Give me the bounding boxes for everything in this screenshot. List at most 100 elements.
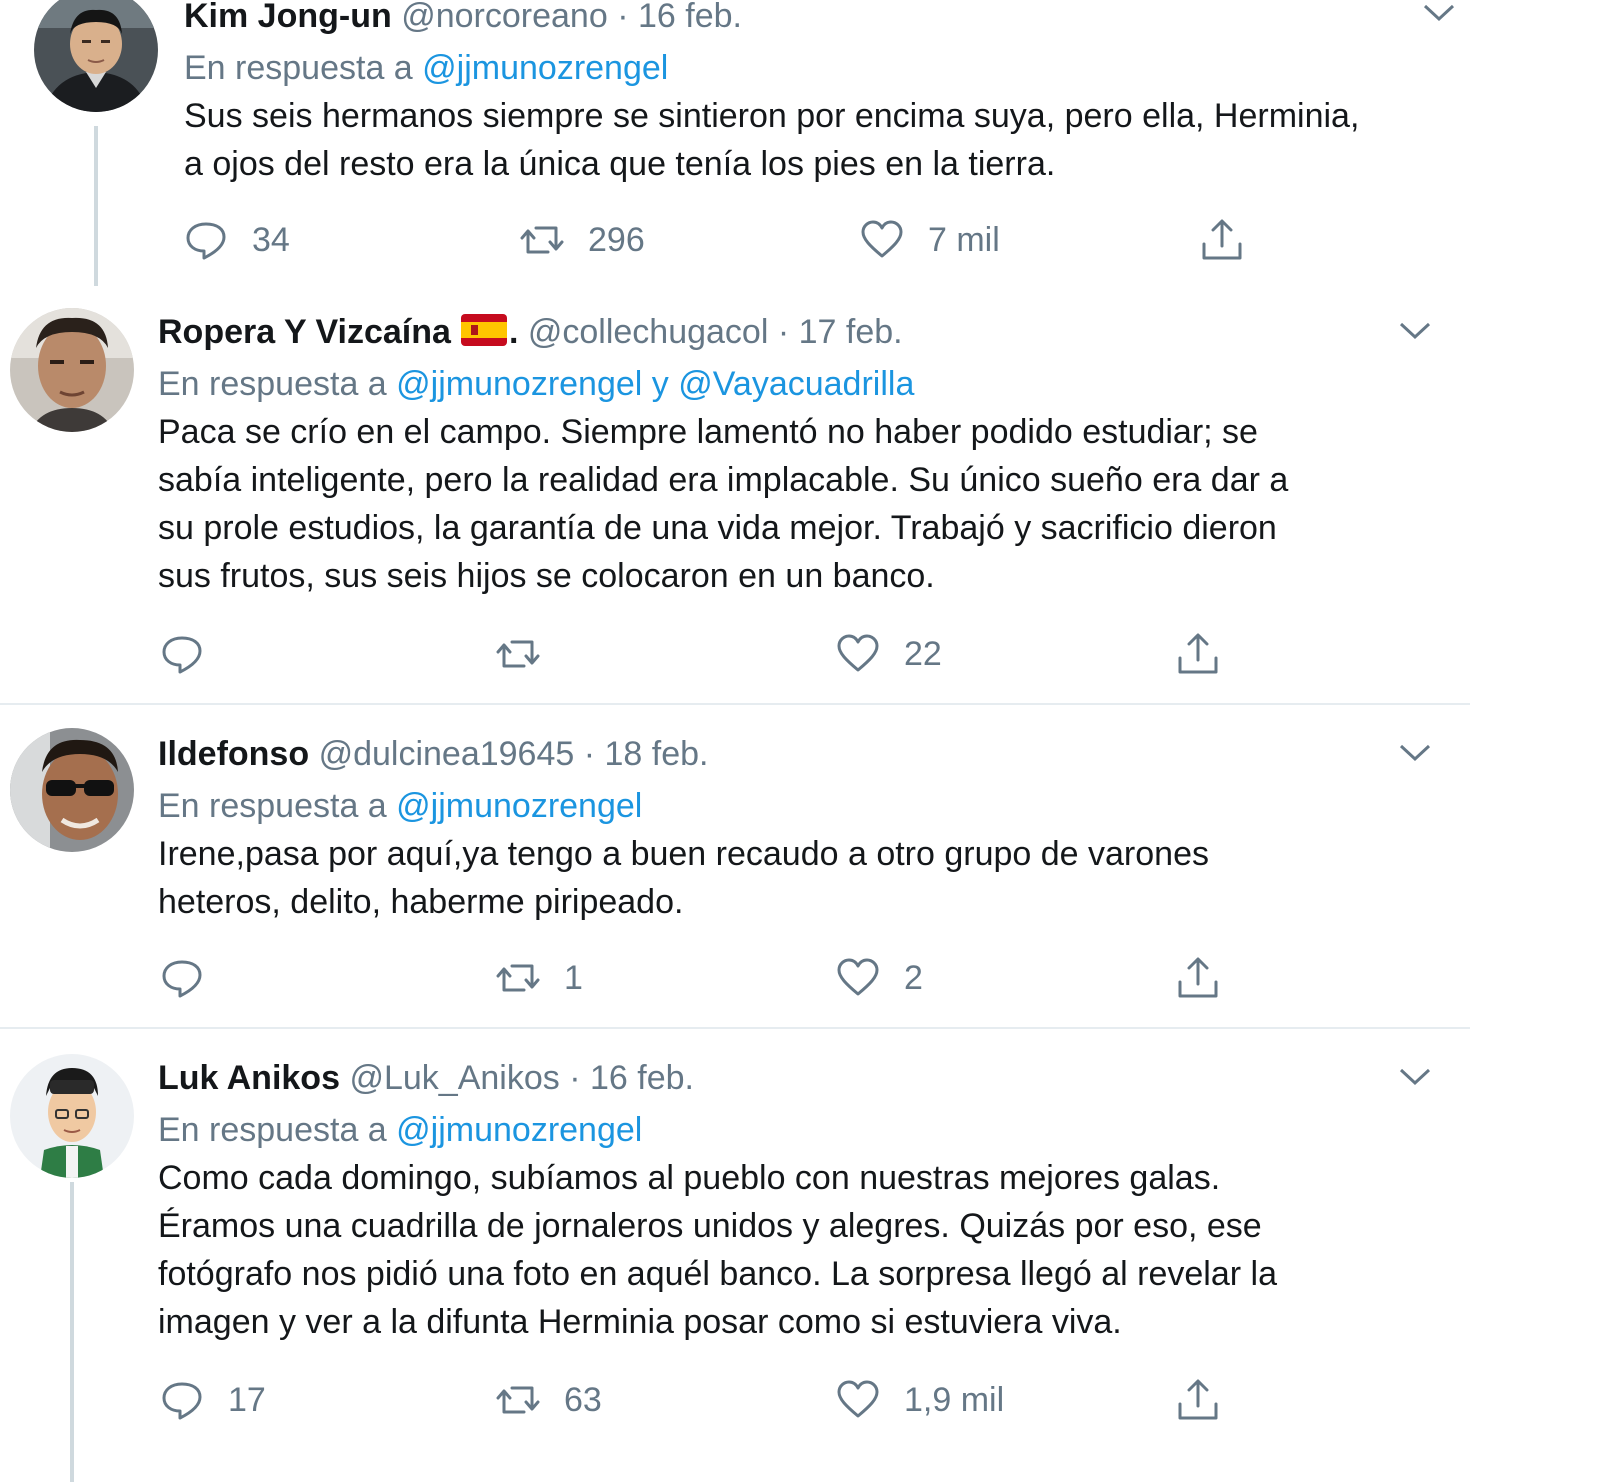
mention-link[interactable]: @jjmunozrengel bbox=[396, 365, 642, 403]
mention-link[interactable]: @jjmunozrengel bbox=[396, 1111, 642, 1149]
tweet-body: Kim Jong-un @norcoreano · 16 feb. En res… bbox=[184, 0, 1470, 188]
tweet-text: Sus seis hermanos siempre se sintieron p… bbox=[184, 97, 1360, 183]
tweet-divider bbox=[0, 703, 1470, 705]
heart-icon bbox=[861, 220, 903, 258]
spain-flag-emoji bbox=[460, 314, 507, 346]
avatar[interactable] bbox=[10, 728, 134, 852]
like-count: 2 bbox=[904, 958, 923, 997]
reply-icon bbox=[162, 636, 202, 674]
tweet[interactable]: Luk Anikos @Luk_Anikos · 16 feb. En resp… bbox=[0, 1030, 1510, 1482]
thread-line bbox=[70, 1182, 74, 1482]
reply-count: 34 bbox=[252, 220, 290, 259]
tweet-body: Luk Anikos @Luk_Anikos · 16 feb. En resp… bbox=[158, 1058, 1470, 1346]
tweet-date[interactable]: 18 feb. bbox=[605, 735, 709, 773]
share-button[interactable] bbox=[1176, 954, 1244, 1002]
share-icon bbox=[1202, 219, 1242, 260]
mention-link[interactable]: @Vayacuadrilla bbox=[678, 365, 914, 403]
retweet-icon bbox=[520, 226, 564, 254]
retweet-button[interactable]: 1 bbox=[496, 954, 583, 1002]
retweet-button[interactable] bbox=[496, 630, 564, 678]
separator-dot: · bbox=[617, 0, 629, 35]
reply-context: En respuesta a @jjmunozrengel bbox=[184, 48, 1470, 88]
user-handle[interactable]: @dulcinea19645 bbox=[319, 735, 575, 773]
reply-count: 17 bbox=[228, 1380, 266, 1419]
reply-context: En respuesta a @jjmunozrengel bbox=[158, 786, 1470, 826]
separator-dot: · bbox=[583, 735, 596, 773]
retweet-icon bbox=[496, 640, 540, 668]
tweet-text: Como cada domingo, subíamos al pueblo co… bbox=[158, 1159, 1277, 1341]
mention-link[interactable]: @jjmunozrengel bbox=[422, 49, 668, 87]
like-button[interactable]: 22 bbox=[836, 630, 942, 678]
retweet-count: 1 bbox=[564, 958, 583, 997]
reply-prefix: En respuesta a bbox=[158, 787, 387, 825]
tweet[interactable]: Kim Jong-un @norcoreano · 16 feb. En res… bbox=[0, 0, 1510, 300]
share-icon bbox=[1178, 957, 1218, 998]
chevron-down-icon[interactable] bbox=[1398, 742, 1432, 764]
tweet-header: Ildefonso @dulcinea19645 · 18 feb. bbox=[158, 734, 1470, 774]
reply-button[interactable] bbox=[160, 630, 228, 678]
reply-prefix: En respuesta a bbox=[184, 49, 413, 87]
display-name[interactable]: Ropera Y Vizcaína bbox=[158, 313, 451, 351]
reply-button[interactable] bbox=[160, 954, 228, 1002]
share-icon bbox=[1178, 633, 1218, 674]
tweet-header: Luk Anikos @Luk_Anikos · 16 feb. bbox=[158, 1058, 1470, 1098]
tweet-actions: 1 2 bbox=[160, 954, 1240, 1002]
reply-icon bbox=[162, 1382, 202, 1420]
tweet-date[interactable]: 16 feb. bbox=[590, 1059, 694, 1097]
mention-link[interactable]: @jjmunozrengel bbox=[396, 787, 642, 825]
retweet-icon bbox=[496, 964, 540, 992]
reply-context: En respuesta a @jjmunozrengel bbox=[158, 1110, 1470, 1150]
retweet-count: 63 bbox=[564, 1380, 602, 1419]
user-handle[interactable]: @Luk_Anikos bbox=[349, 1059, 559, 1097]
tweet-actions: 34 296 7 mil bbox=[184, 216, 1264, 264]
tweet-divider bbox=[0, 1027, 1470, 1029]
like-button[interactable]: 7 mil bbox=[860, 216, 1000, 264]
share-button[interactable] bbox=[1176, 1376, 1244, 1424]
tweet-body: Ropera Y Vizcaína. @collechugacol · 17 f… bbox=[158, 312, 1470, 600]
retweet-button[interactable]: 63 bbox=[496, 1376, 602, 1424]
heart-icon bbox=[837, 1380, 879, 1418]
share-icon bbox=[1178, 1379, 1218, 1420]
reply-button[interactable]: 34 bbox=[184, 216, 290, 264]
reply-prefix: En respuesta a bbox=[158, 365, 387, 403]
chevron-down-icon[interactable] bbox=[1422, 2, 1456, 24]
tweet-date[interactable]: 17 feb. bbox=[799, 313, 903, 351]
like-button[interactable]: 1,9 mil bbox=[836, 1376, 1004, 1424]
tweet-body: Ildefonso @dulcinea19645 · 18 feb. En re… bbox=[158, 734, 1470, 926]
tweet-text: Paca se crío en el campo. Siempre lament… bbox=[158, 413, 1289, 595]
like-count: 22 bbox=[904, 634, 942, 673]
display-name[interactable]: Luk Anikos bbox=[158, 1059, 340, 1097]
separator-dot: · bbox=[777, 313, 790, 351]
share-button[interactable] bbox=[1176, 630, 1244, 678]
tweet-header: Kim Jong-un @norcoreano · 16 feb. bbox=[184, 0, 1470, 36]
reply-context: En respuesta a @jjmunozrengel y @Vayacua… bbox=[158, 364, 1470, 404]
tweet-date[interactable]: 16 feb. bbox=[638, 0, 742, 35]
retweet-button[interactable]: 296 bbox=[520, 216, 645, 264]
display-name[interactable]: Kim Jong-un bbox=[184, 0, 392, 35]
display-name-suffix: . bbox=[508, 313, 519, 351]
chevron-down-icon[interactable] bbox=[1398, 1066, 1432, 1088]
tweet[interactable]: Ildefonso @dulcinea19645 · 18 feb. En re… bbox=[0, 706, 1510, 1026]
avatar[interactable] bbox=[34, 0, 158, 112]
share-button[interactable] bbox=[1200, 216, 1268, 264]
user-handle[interactable]: @norcoreano bbox=[401, 0, 608, 35]
heart-icon bbox=[837, 634, 879, 672]
retweet-count: 296 bbox=[588, 220, 645, 259]
thread-line bbox=[94, 126, 98, 286]
tweet-actions: 17 63 1,9 mil bbox=[160, 1376, 1240, 1424]
user-handle[interactable]: @collechugacol bbox=[528, 313, 769, 351]
reply-prefix: En respuesta a bbox=[158, 1111, 387, 1149]
tweet[interactable]: Ropera Y Vizcaína. @collechugacol · 17 f… bbox=[0, 300, 1510, 700]
reply-button[interactable]: 17 bbox=[160, 1376, 266, 1424]
like-button[interactable]: 2 bbox=[836, 954, 923, 1002]
reply-icon bbox=[162, 960, 202, 998]
like-count: 7 mil bbox=[928, 220, 1000, 259]
chevron-down-icon[interactable] bbox=[1398, 320, 1432, 342]
like-count: 1,9 mil bbox=[904, 1380, 1005, 1419]
avatar[interactable] bbox=[10, 1054, 134, 1178]
separator-dot: · bbox=[569, 1059, 581, 1097]
avatar[interactable] bbox=[10, 308, 134, 432]
tweet-header: Ropera Y Vizcaína. @collechugacol · 17 f… bbox=[158, 312, 1470, 352]
tweet-actions: 22 bbox=[160, 630, 1240, 678]
display-name[interactable]: Ildefonso bbox=[158, 735, 309, 773]
